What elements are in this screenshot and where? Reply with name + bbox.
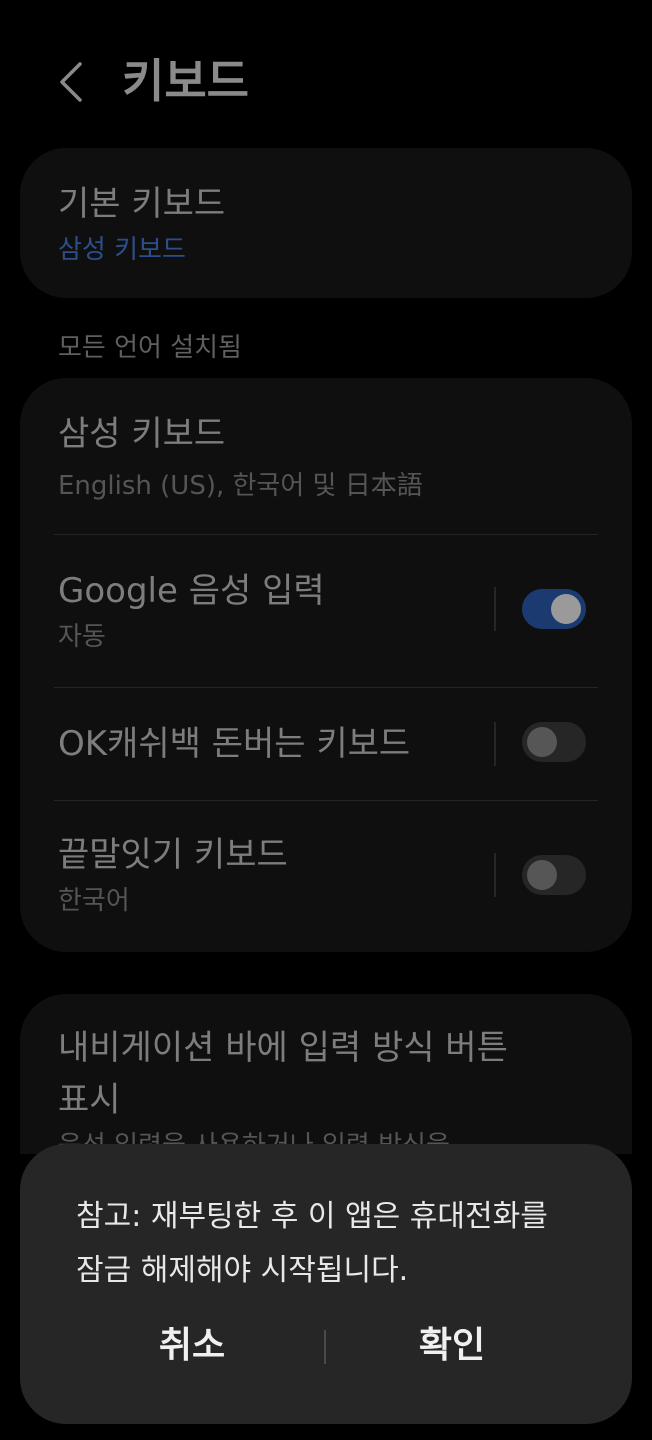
list-item-word-chain[interactable]: 끝말잇기 키보드 한국어 <box>20 801 632 952</box>
keyboard-list: 삼성 키보드 English (US), 한국어 및 日本語 Google 음성… <box>20 378 632 952</box>
list-item-subtitle: 자동 <box>58 622 106 652</box>
vertical-divider <box>494 722 496 766</box>
list-item-ok-cashbag[interactable]: OK캐쉬백 돈버는 키보드 <box>20 688 632 800</box>
restart-notice-dialog: 참고: 재부팅한 후 이 앱은 휴대전화를 잠금 해제해야 시작됩니다. 취소 … <box>20 1144 632 1424</box>
nav-setting-title-line2: 표시 <box>58 1080 121 1120</box>
back-button[interactable] <box>50 58 94 106</box>
default-keyboard-value: 삼성 키보드 <box>58 235 186 265</box>
section-header: 모든 언어 설치됨 <box>58 333 242 363</box>
app-bar: 키보드 <box>0 0 652 150</box>
toggle-knob <box>527 727 557 757</box>
list-item-title: Google 음성 입력 <box>58 571 325 611</box>
list-item-title: 끝말잇기 키보드 <box>58 835 288 875</box>
list-item-samsung-keyboard[interactable]: 삼성 키보드 English (US), 한국어 및 日本語 <box>20 378 632 534</box>
list-item-title: 삼성 키보드 <box>58 414 226 454</box>
page-title: 키보드 <box>122 54 249 108</box>
list-item-google-voice[interactable]: Google 음성 입력 자동 <box>20 535 632 687</box>
nav-setting-title-line1: 내비게이션 바에 입력 방식 버튼 <box>58 1028 508 1068</box>
toggle-knob <box>527 860 557 890</box>
keyboard-settings-screen: 키보드 기본 키보드 삼성 키보드 모든 언어 설치됨 삼성 키보드 Engli… <box>0 0 652 1440</box>
default-keyboard-title: 기본 키보드 <box>58 184 226 224</box>
vertical-divider <box>494 587 496 631</box>
chevron-left-icon <box>60 62 82 102</box>
word-chain-toggle[interactable] <box>522 855 586 895</box>
dialog-message: 참고: 재부팅한 후 이 앱은 휴대전화를 잠금 해제해야 시작됩니다. <box>76 1199 548 1288</box>
vertical-divider <box>494 853 496 897</box>
list-item-title: OK캐쉬백 돈버는 키보드 <box>58 724 411 764</box>
list-item-subtitle: 한국어 <box>58 886 130 916</box>
google-voice-toggle[interactable] <box>522 589 586 629</box>
default-keyboard-item[interactable]: 기본 키보드 삼성 키보드 <box>20 148 632 298</box>
ok-cashbag-toggle[interactable] <box>522 722 586 762</box>
ok-button[interactable]: 확인 <box>302 1316 602 1376</box>
list-item-subtitle: English (US), 한국어 및 日本語 <box>58 471 423 501</box>
toggle-knob <box>551 594 581 624</box>
nav-bar-input-button-item[interactable]: 내비게이션 바에 입력 방식 버튼 표시 음성 입력을 사용하거나 입력 방식을 <box>20 994 632 1161</box>
cancel-button[interactable]: 취소 <box>42 1316 342 1376</box>
